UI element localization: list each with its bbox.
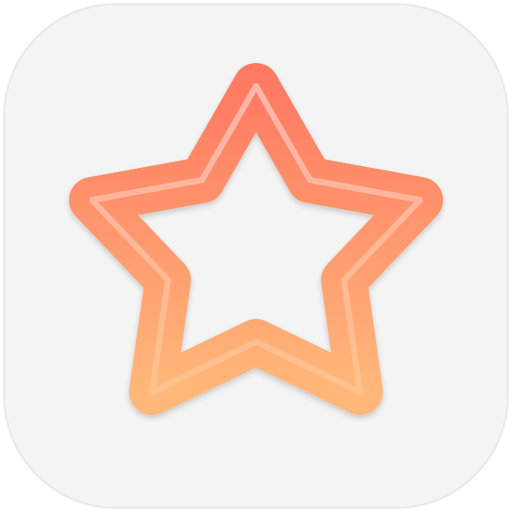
app-icon-tile[interactable] (4, 4, 508, 508)
star-shape (69, 63, 443, 415)
screen (0, 0, 512, 512)
star-outline-icon (69, 63, 443, 415)
